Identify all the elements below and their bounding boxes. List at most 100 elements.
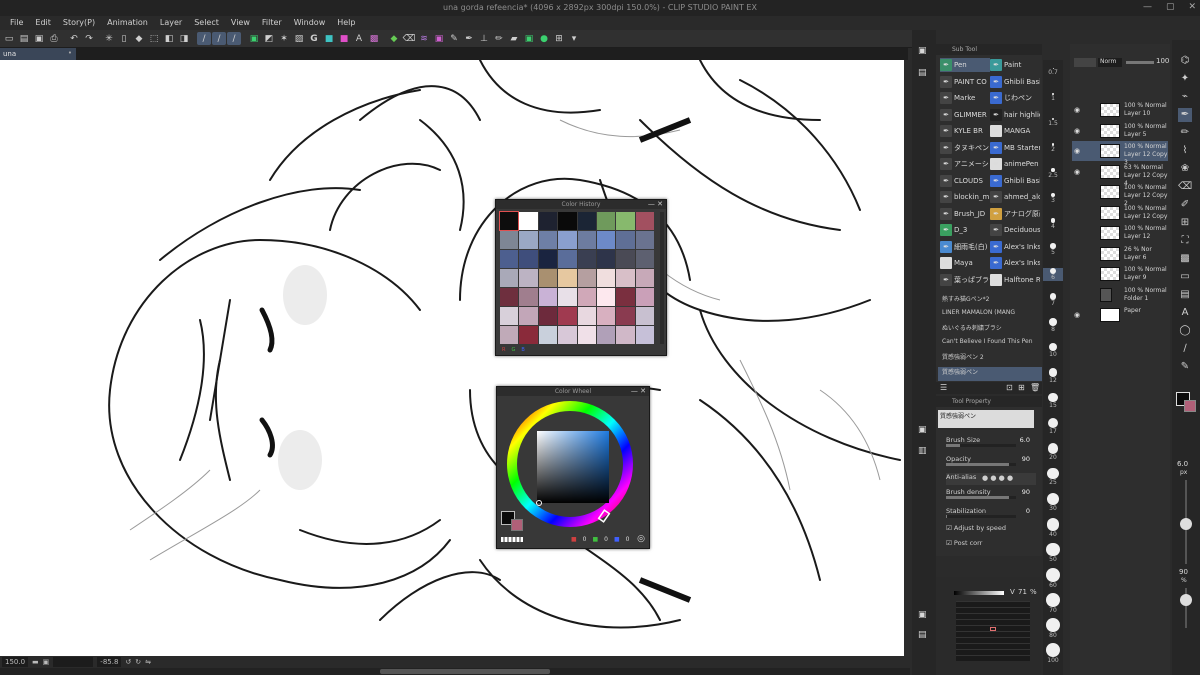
visibility-eye-icon[interactable]: ◉: [1074, 106, 1080, 114]
subtool-dock-icon[interactable]: ▣: [918, 46, 927, 56]
eraser-icon[interactable]: ⌫: [402, 32, 416, 45]
color-history-swatch[interactable]: [635, 231, 654, 249]
subtool-item[interactable]: ✒ Alex's Inks: [990, 256, 1040, 270]
stabilization-value[interactable]: 0: [1026, 507, 1030, 515]
lasso-tool-icon[interactable]: ⌬: [1178, 54, 1192, 68]
color-history-swatch[interactable]: [538, 307, 558, 325]
ruler-icon[interactable]: ▤: [1178, 288, 1192, 302]
brush-size-row[interactable]: Brush Size 6.0: [946, 436, 1036, 447]
subtool-item[interactable]: ✒ じわペン: [990, 91, 1040, 105]
color-history-swatch[interactable]: [558, 288, 577, 306]
transparent-color-swatch[interactable]: [501, 537, 523, 542]
layer-row[interactable]: 100 % Normal Folder 1: [1072, 285, 1168, 305]
blend-mode-select[interactable]: Norm: [1098, 58, 1122, 67]
color-history-swatch[interactable]: [635, 250, 654, 268]
stroke-2-icon[interactable]: ∕: [212, 32, 226, 45]
menu-view[interactable]: View: [225, 16, 256, 30]
subtool-item[interactable]: ✒アニメーショ: [940, 157, 990, 171]
color-history-swatch[interactable]: [616, 307, 635, 325]
color-history-swatch[interactable]: [577, 250, 596, 268]
size-slider-handle[interactable]: [1180, 518, 1192, 530]
color-history-swatch[interactable]: [616, 250, 635, 268]
subtool-item[interactable]: ✒ Pen: [940, 58, 990, 72]
subtool-item[interactable]: ✒ D_3: [940, 223, 990, 237]
menu-layer[interactable]: Layer: [154, 16, 188, 30]
brush-size-preset[interactable]: 12: [1043, 368, 1063, 384]
anti-alias-row[interactable]: Anti-alias ● ● ● ●: [946, 473, 1036, 485]
color-history-swatch[interactable]: [577, 326, 596, 344]
gradient-icon[interactable]: ◩: [262, 32, 276, 45]
pattern-icon[interactable]: ▩: [367, 32, 381, 45]
undo-icon[interactable]: ↶: [67, 32, 81, 45]
color-history-swatch[interactable]: [577, 288, 596, 306]
close-tab-icon[interactable]: •: [68, 49, 72, 57]
color-history-swatch[interactable]: [538, 212, 558, 230]
menu-select[interactable]: Select: [188, 16, 225, 30]
anti-alias-options-icon[interactable]: ● ● ● ●: [982, 474, 1013, 482]
layer-row[interactable]: ◉ 100 % Normal Layer 12 Copy 3: [1072, 141, 1168, 166]
brush-size-preset[interactable]: 20: [1043, 443, 1063, 461]
layer-row[interactable]: ◉ 100 % Normal Layer 10: [1072, 100, 1168, 120]
balloon-icon[interactable]: ◯: [1178, 324, 1192, 338]
subtool-item[interactable]: ✒ Paint: [990, 58, 1040, 72]
nib-icon[interactable]: ✒: [462, 32, 476, 45]
minimize-button[interactable]: —: [1143, 2, 1152, 12]
stabilization-row[interactable]: Stabilization 0: [946, 507, 1036, 518]
brush-size-preset[interactable]: 4: [1043, 218, 1063, 230]
color-history-swatch[interactable]: [596, 326, 616, 344]
layer-row[interactable]: ◉ 63 % Normal Layer 12 Copy 4: [1072, 162, 1168, 187]
color-history-swatch[interactable]: [519, 212, 538, 230]
blend-tool-icon[interactable]: ✐: [1178, 198, 1192, 212]
brush-size-preset[interactable]: 1.5: [1043, 118, 1063, 127]
angle-field[interactable]: -85.8: [97, 657, 122, 667]
more-icon[interactable]: ▾: [567, 32, 581, 45]
brush-density-value[interactable]: 90: [1022, 488, 1030, 496]
correction-icon[interactable]: ✎: [1178, 360, 1192, 374]
brush-size-preset[interactable]: 25: [1043, 468, 1063, 486]
value-slider[interactable]: [954, 591, 1004, 595]
brush-size-preset[interactable]: 2: [1043, 143, 1063, 153]
invert-selection-icon[interactable]: ◨: [177, 32, 191, 45]
pencil-icon[interactable]: ✏: [492, 32, 506, 45]
clear-icon[interactable]: ▯: [117, 32, 131, 45]
loading-icon[interactable]: ✳: [102, 32, 116, 45]
color-history-swatch[interactable]: [500, 269, 519, 287]
group-icon[interactable]: ●: [537, 32, 551, 45]
image-icon[interactable]: ▨: [292, 32, 306, 45]
color-history-swatch[interactable]: [558, 326, 577, 344]
layer-type-icon[interactable]: [1074, 58, 1096, 67]
pencil-tool-icon[interactable]: ✏: [1178, 126, 1192, 140]
subtool-item[interactable]: ✒ Maya: [940, 256, 990, 270]
menu-animation[interactable]: Animation: [101, 16, 154, 30]
subtool-item[interactable]: ✒ MANGA: [990, 124, 1040, 138]
color-history-swatch[interactable]: [500, 288, 519, 306]
color-history-swatch[interactable]: [596, 231, 616, 249]
brush-size-preset[interactable]: 7: [1043, 293, 1063, 307]
csp-2-icon[interactable]: ▣: [522, 32, 536, 45]
color-history-swatch[interactable]: [635, 288, 654, 306]
wheel-settings-icon[interactable]: ◎: [637, 534, 645, 544]
canvas[interactable]: [0, 60, 908, 656]
frame-icon[interactable]: ⊞: [1178, 216, 1192, 230]
color-grid-cursor[interactable]: [990, 627, 996, 631]
menu-help[interactable]: Help: [331, 16, 361, 30]
pink-brush-icon[interactable]: ▣: [432, 32, 446, 45]
folder-icon[interactable]: ▰: [507, 32, 521, 45]
line-icon[interactable]: ∕: [1178, 342, 1192, 356]
rotate-left-icon[interactable]: ↺: [125, 658, 131, 666]
brush-size-preset[interactable]: 5: [1043, 243, 1063, 256]
brush-list-item[interactable]: 質感強弱ペン: [938, 366, 1042, 381]
color-history-swatch[interactable]: [635, 212, 654, 230]
color-history-swatch[interactable]: [596, 307, 616, 325]
grid-icon[interactable]: ⊞: [552, 32, 566, 45]
layer-opacity-slider[interactable]: [1126, 61, 1154, 64]
brush-size-preset[interactable]: 6: [1043, 268, 1063, 282]
subtool-menu-icon[interactable]: ☰: [940, 383, 947, 392]
color-history-swatch[interactable]: [596, 250, 616, 268]
color-history-swatch[interactable]: [616, 212, 635, 230]
subtool-item[interactable]: ✒ Alex's Inks: [990, 240, 1040, 254]
color-history-swatch[interactable]: [500, 307, 519, 325]
brush-list-item[interactable]: 熱すみ猫Gペン*2: [938, 294, 1042, 308]
subtool-item[interactable]: ✒ KYLE BR: [940, 124, 990, 138]
subtool-item[interactable]: ✒ hair highlig: [990, 108, 1040, 122]
